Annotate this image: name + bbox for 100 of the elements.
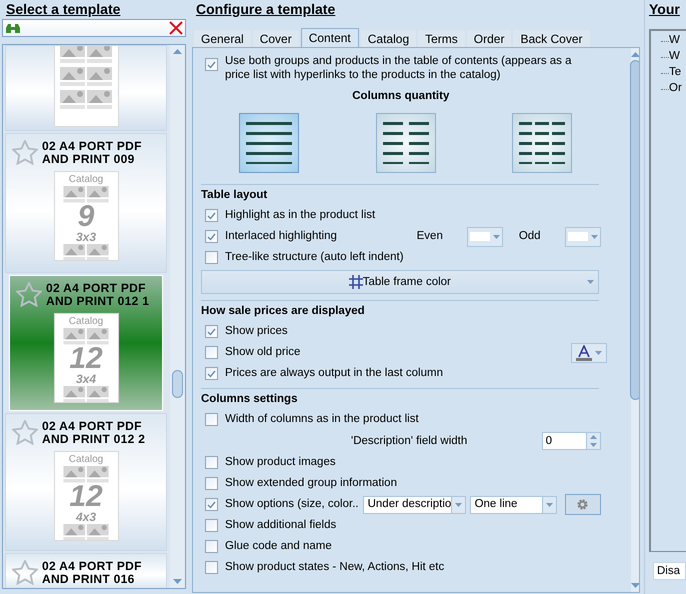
color-picker[interactable] <box>564 226 601 247</box>
caret-icon <box>590 443 597 448</box>
template-card[interactable] <box>5 45 167 131</box>
columns-icon <box>246 122 292 164</box>
option-label: Show old price <box>225 345 300 360</box>
star-icon[interactable] <box>16 282 42 307</box>
panel-title: Select a template <box>5 0 122 18</box>
checkbox[interactable] <box>205 209 218 222</box>
scroll-thumb[interactable] <box>172 370 183 398</box>
checkbox[interactable] <box>205 346 218 360</box>
dropdown[interactable]: Under descriptio <box>362 496 466 514</box>
template-name: 02 A4 PORT PDF AND PRINT 012 2 <box>42 420 146 446</box>
option-label: Prices are always output in the last column <box>225 366 443 382</box>
checkbox[interactable] <box>205 456 218 470</box>
option-label: Width of columns as in the product list <box>225 412 419 428</box>
template-name: 02 A4 PORT PDF AND PRINT 009 <box>42 140 142 166</box>
columns-option-button[interactable] <box>512 113 572 174</box>
tree-item[interactable]: W <box>669 32 680 50</box>
checkbox[interactable] <box>205 58 218 71</box>
number-field[interactable]: 0 <box>542 432 601 450</box>
checkbox[interactable] <box>205 230 218 244</box>
template-card[interactable]: 02 A4 PORT PDF AND PRINT 009 Catalog 9 3x3 <box>5 133 167 273</box>
option-label: Tree-like structure (auto left indent) <box>225 250 404 266</box>
check-icon <box>207 60 216 68</box>
template-card[interactable]: 02 A4 PORT PDF AND PRINT 012 2 Catalog 12 4x3 <box>5 413 167 551</box>
columns-option-button[interactable] <box>239 113 300 174</box>
option-label: Show extended group information <box>225 476 397 492</box>
table-frame-color-button[interactable]: Table frame color <box>201 270 599 294</box>
checkbox[interactable] <box>205 519 218 532</box>
option-label: Glue code and name <box>225 539 332 554</box>
check-icon <box>207 370 216 378</box>
scroll-up-icon[interactable] <box>173 49 182 54</box>
dropdown[interactable]: One line <box>470 496 557 514</box>
template-name: 02 A4 PORT PDF AND PRINT 012 1 <box>46 282 150 308</box>
photo-placeholder-drawing <box>60 46 112 109</box>
tab[interactable]: Cover <box>252 30 299 47</box>
scrollbar[interactable] <box>630 48 639 592</box>
checkbox[interactable] <box>205 367 218 380</box>
close-icon[interactable] <box>169 21 183 35</box>
tab[interactable]: Back Cover <box>513 30 590 47</box>
checkbox[interactable] <box>205 251 218 264</box>
thumbnail-grid-size: 4x3 <box>76 510 96 524</box>
checkbox[interactable] <box>205 325 218 338</box>
option-label: Show additional fields <box>225 518 336 534</box>
tab[interactable]: Terms <box>418 30 465 47</box>
caret-icon <box>454 502 462 507</box>
color-picker[interactable] <box>466 226 503 247</box>
checkbox[interactable] <box>205 477 218 490</box>
thumbnail-number: 12 <box>69 344 103 372</box>
template-card[interactable]: 02 A4 PORT PDF AND PRINT 012 1 Catalog 12 3x4 <box>9 275 163 411</box>
search-field[interactable] <box>2 19 186 37</box>
columns-option-button[interactable] <box>376 113 436 174</box>
star-icon[interactable] <box>12 420 38 445</box>
section-heading: Columns quantity <box>351 89 450 104</box>
section-heading: How sale prices are displayed <box>201 304 366 320</box>
caret-icon <box>586 280 594 284</box>
tree-item[interactable]: Or <box>669 80 682 98</box>
thumbnail-title: Catalog <box>68 316 104 328</box>
thumbnail-title: Catalog <box>68 454 104 466</box>
star-icon[interactable] <box>12 560 38 585</box>
check-icon <box>207 212 216 220</box>
option-label: Show options (size, color.. <box>225 497 359 512</box>
thumbnail-number: 12 <box>69 482 103 510</box>
tree-item[interactable]: Te <box>669 64 682 82</box>
scroll-down-icon[interactable] <box>630 583 639 588</box>
spin-up-icon[interactable] <box>590 435 597 440</box>
section-heading: Table layout <box>201 188 268 204</box>
option-label: Show product images <box>225 455 336 470</box>
checkbox[interactable] <box>205 540 218 554</box>
panel-title: Your <box>649 0 681 18</box>
color-label: Even <box>416 229 443 244</box>
scroll-up-icon[interactable] <box>630 52 639 57</box>
template-card[interactable]: 02 A4 PORT PDF AND PRINT 016 <box>5 553 167 588</box>
tab[interactable]: General <box>194 30 251 47</box>
scroll-down-icon[interactable] <box>173 579 182 584</box>
panel-title: Configure a template <box>195 0 336 18</box>
star-icon[interactable] <box>12 140 38 165</box>
settings-icon <box>576 498 590 512</box>
font-color-button[interactable] <box>570 342 607 363</box>
toggle-button[interactable]: Disa <box>653 562 686 580</box>
tab[interactable]: Catalog <box>360 30 416 47</box>
scroll-thumb[interactable] <box>630 60 639 400</box>
columns-icon <box>382 122 429 164</box>
tab[interactable]: Content <box>300 28 359 47</box>
tab[interactable]: Order <box>466 30 512 47</box>
scrollbar[interactable] <box>170 45 185 588</box>
option-label: Show product states - New, Actions, Hit etc <box>225 560 444 576</box>
checkbox[interactable] <box>205 498 218 512</box>
field-label: 'Description' field width <box>351 434 468 449</box>
check-icon <box>207 500 216 509</box>
settings-button[interactable] <box>564 494 601 516</box>
option-label: Use both groups and products in the table of contents (appears as a price list with hyperlinks to the products in the catalog) <box>225 54 572 82</box>
check-icon <box>207 232 216 241</box>
section-heading: Columns settings <box>201 392 298 408</box>
caret-icon <box>594 350 602 355</box>
columns-icon <box>519 122 566 164</box>
caret-icon <box>492 234 500 239</box>
tree-item[interactable]: W <box>669 48 680 66</box>
checkbox[interactable] <box>205 413 218 426</box>
checkbox[interactable] <box>205 561 218 574</box>
